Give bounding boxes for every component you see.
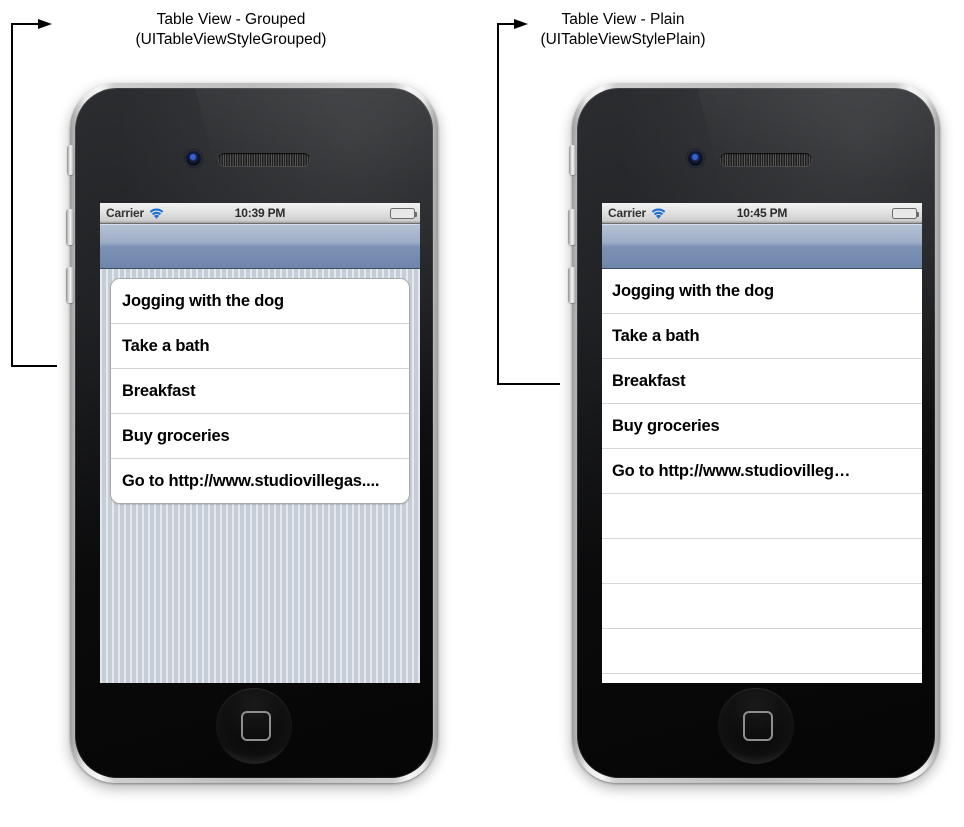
status-bar: Carrier 10:39 PM [100, 203, 420, 224]
table-row[interactable]: Jogging with the dog [111, 279, 409, 324]
iphone-grouped: Carrier 10:39 PM Jogging with the dog Ta… [66, 83, 438, 783]
table-row[interactable]: Breakfast [111, 369, 409, 414]
callout-label-grouped-line2: (UITableViewStyleGrouped) [135, 31, 327, 48]
mute-switch[interactable] [569, 145, 576, 175]
status-bar-time: 10:39 PM [234, 206, 286, 220]
front-camera-icon [687, 150, 704, 167]
phone-front-glass: Carrier 10:45 PM Jogging with the dog Ta… [577, 88, 935, 778]
mute-switch[interactable] [67, 145, 74, 175]
earpiece-speaker-icon [720, 153, 812, 166]
volume-down-button[interactable] [568, 267, 576, 303]
navigation-bar [100, 224, 420, 269]
front-camera-icon [185, 150, 202, 167]
table-view-plain[interactable]: Jogging with the dog Take a bath Breakfa… [602, 269, 922, 683]
callout-arrow-grouped [11, 19, 57, 367]
status-bar-time: 10:45 PM [736, 206, 788, 220]
illustration-canvas: Table View - Grouped (UITableViewStyleGr… [0, 0, 964, 827]
battery-icon [390, 207, 417, 219]
table-row[interactable]: Jogging with the dog [602, 269, 922, 314]
table-section-group: Jogging with the dog Take a bath Breakfa… [110, 278, 410, 504]
phone-front-glass: Carrier 10:39 PM Jogging with the dog Ta… [75, 88, 433, 778]
callout-label-plain-line2: (UITableViewStylePlain) [540, 31, 706, 48]
iphone-plain: Carrier 10:45 PM Jogging with the dog Ta… [568, 83, 940, 783]
table-row[interactable]: Buy groceries [602, 404, 922, 449]
screen-plain[interactable]: Carrier 10:45 PM Jogging with the dog Ta… [602, 203, 922, 683]
table-row[interactable]: Go to http://www.studiovillegas.... [111, 459, 409, 503]
volume-up-button[interactable] [66, 209, 74, 245]
callout-label-grouped-line1: Table View - Grouped [156, 11, 306, 28]
table-row-empty [602, 629, 922, 674]
home-button-icon[interactable] [216, 688, 292, 764]
table-row[interactable]: Breakfast [602, 359, 922, 404]
volume-up-button[interactable] [568, 209, 576, 245]
screen-grouped[interactable]: Carrier 10:39 PM Jogging with the dog Ta… [100, 203, 420, 683]
callout-arrow-plain [497, 19, 560, 385]
home-button-icon[interactable] [718, 688, 794, 764]
callout-label-grouped: Table View - Grouped (UITableViewStyleGr… [63, 10, 399, 50]
callout-label-plain: Table View - Plain (UITableViewStylePlai… [470, 10, 776, 50]
earpiece-speaker-icon [218, 153, 310, 166]
table-row[interactable]: Buy groceries [111, 414, 409, 459]
navigation-bar [602, 224, 922, 269]
table-view-grouped[interactable]: Jogging with the dog Take a bath Breakfa… [100, 269, 420, 683]
table-row[interactable]: Take a bath [602, 314, 922, 359]
callout-label-plain-line1: Table View - Plain [561, 11, 685, 28]
table-row-empty [602, 494, 922, 539]
battery-icon [892, 207, 919, 219]
table-row[interactable]: Go to http://www.studiovilleg… [602, 449, 922, 494]
volume-down-button[interactable] [66, 267, 74, 303]
table-row-empty [602, 539, 922, 584]
status-bar: Carrier 10:45 PM [602, 203, 922, 224]
table-row[interactable]: Take a bath [111, 324, 409, 369]
table-row-empty [602, 584, 922, 629]
